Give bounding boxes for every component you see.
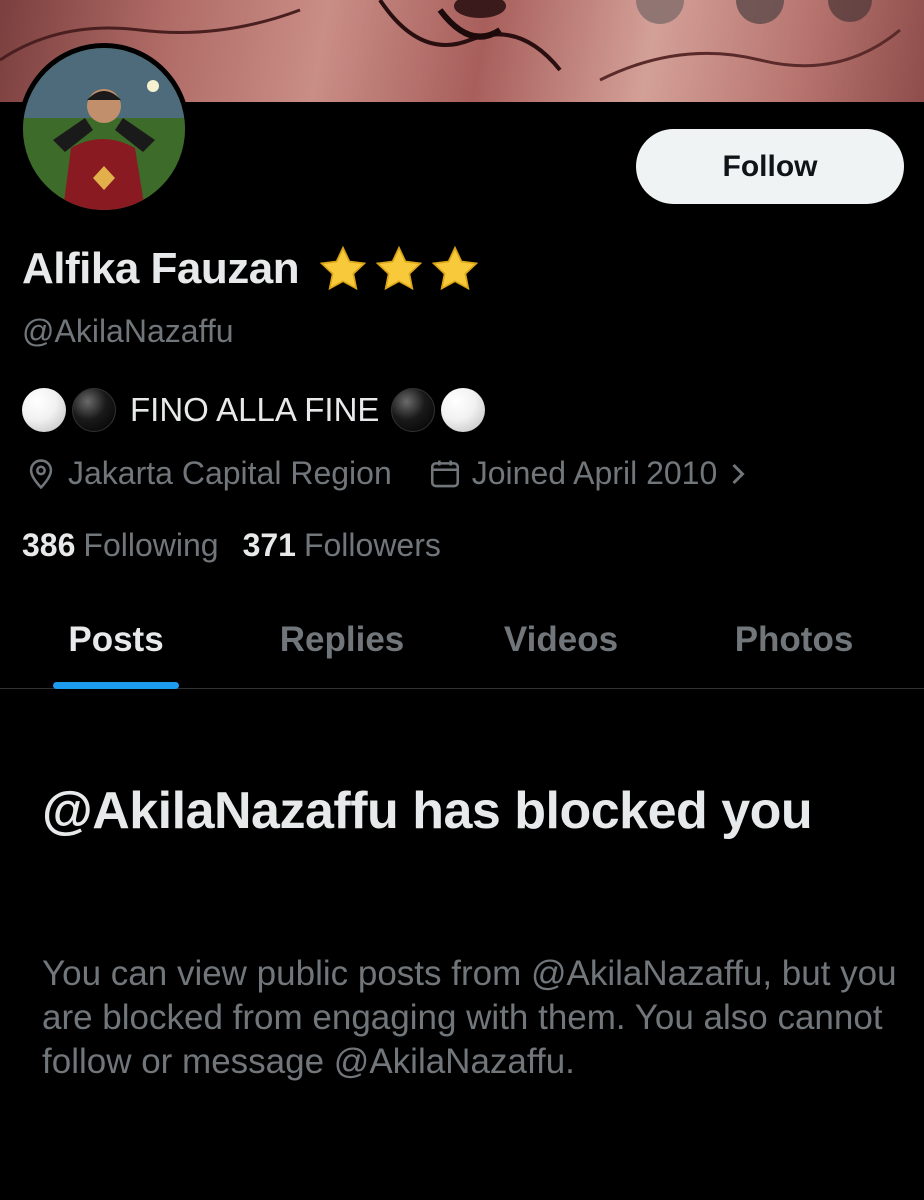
profile-stats: 386 Following 371 Followers [22,527,441,564]
follow-button[interactable]: Follow [636,129,904,204]
black-circle-icon [72,388,116,432]
tab-replies[interactable]: Replies [252,592,432,688]
display-name: Alfika Fauzan [22,244,300,293]
star-icon [375,245,423,291]
tab-posts[interactable]: Posts [40,592,192,688]
tab-videos[interactable]: Videos [478,592,644,688]
joined-item[interactable]: Joined April 2010 [428,455,750,492]
chevron-right-icon [732,463,745,484]
followers-count: 371 [242,527,296,563]
followers-link[interactable]: 371 Followers [243,527,441,564]
star-icon [319,245,367,291]
following-count: 386 [22,527,76,563]
name-stars [317,244,481,294]
profile-meta: Jakarta Capital Region Joined April 2010 [24,455,749,492]
blocked-message: You can view public posts from @AkilaNaz… [42,954,897,1081]
joined-text: Joined April 2010 [471,455,718,491]
white-circle-icon [441,388,486,432]
black-circle-icon [391,388,436,432]
white-circle-icon [22,388,66,432]
followers-label: Followers [303,527,441,563]
avatar[interactable] [18,43,190,215]
location-text: Jakarta Capital Region [68,455,392,491]
profile-name-row: Alfika Fauzan [22,244,481,294]
location-pin-icon [29,458,53,489]
blocked-title: @AkilaNazaffu has blocked you [42,782,813,840]
profile-tabs: Posts Replies Videos Photos [0,592,924,689]
active-tab-indicator [53,682,179,689]
star-icon [431,245,479,291]
location-item: Jakarta Capital Region [24,455,392,492]
tab-photos[interactable]: Photos [706,592,882,688]
calendar-icon [430,460,459,487]
profile-bio: FINO ALLA FINE [22,388,491,432]
profile-handle: @AkilaNazaffu [22,313,234,349]
following-label: Following [83,527,219,563]
following-link[interactable]: 386 Following [22,527,219,564]
bio-text: FINO ALLA FINE [130,391,380,428]
